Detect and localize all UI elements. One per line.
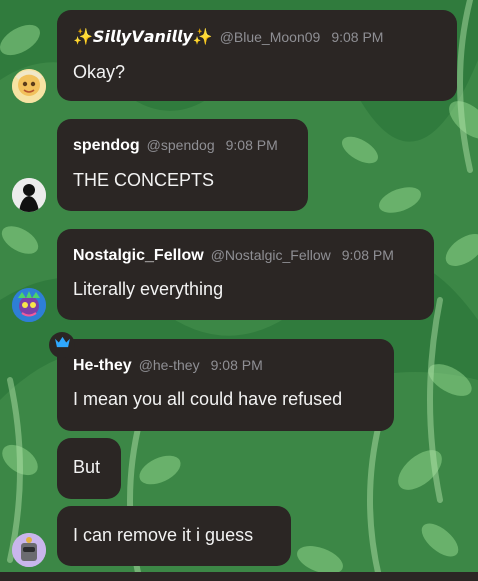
message-author[interactable]: ✨𝙎𝙞𝙡𝙡𝙮𝙑𝙖𝙣𝙞𝙡𝙡𝙮✨ [73, 27, 213, 47]
message-bubble: I can remove it i guess [57, 506, 291, 566]
message-timestamp: 9:08 PM [331, 29, 384, 45]
avatar[interactable] [12, 69, 46, 103]
message-bubble: But [57, 438, 121, 499]
message-text: Literally everything [73, 279, 224, 299]
message-bubble: He-they @he-they 9:08 PM I mean you all … [57, 339, 394, 431]
message-handle[interactable]: @Blue_Moon09 [220, 29, 321, 45]
message-text: I can remove it i guess [73, 525, 254, 545]
message-author[interactable]: He-they [73, 357, 132, 375]
composer-bar-edge [0, 572, 478, 581]
crown-badge [49, 332, 75, 358]
message-timestamp: 9:08 PM [341, 247, 394, 263]
message-author[interactable]: spendog [73, 137, 140, 155]
avatar[interactable] [12, 178, 46, 212]
avatar[interactable] [12, 533, 46, 567]
message-text: Okay? [73, 62, 126, 82]
message-handle[interactable]: @spendog [147, 137, 215, 153]
message-bubble: ✨𝙎𝙞𝙡𝙡𝙮𝙑𝙖𝙣𝙞𝙡𝙡𝙮✨ @Blue_Moon09 9:08 PM Okay… [57, 10, 457, 101]
avatar[interactable] [12, 288, 46, 322]
message-timestamp: 9:08 PM [210, 357, 263, 373]
message-author[interactable]: Nostalgic_Fellow [73, 247, 204, 265]
message-text: THE CONCEPTS [73, 170, 215, 190]
message-text: But [73, 457, 101, 477]
message-bubble: Nostalgic_Fellow @Nostalgic_Fellow 9:08 … [57, 229, 434, 320]
message-text: I mean you all could have refused [73, 389, 343, 409]
message-bubble: spendog @spendog 9:08 PM THE CONCEPTS [57, 119, 308, 211]
message-handle[interactable]: @Nostalgic_Fellow [211, 247, 331, 263]
message-handle[interactable]: @he-they [139, 357, 200, 373]
message-timestamp: 9:08 PM [225, 137, 278, 153]
crown-icon [54, 336, 71, 354]
